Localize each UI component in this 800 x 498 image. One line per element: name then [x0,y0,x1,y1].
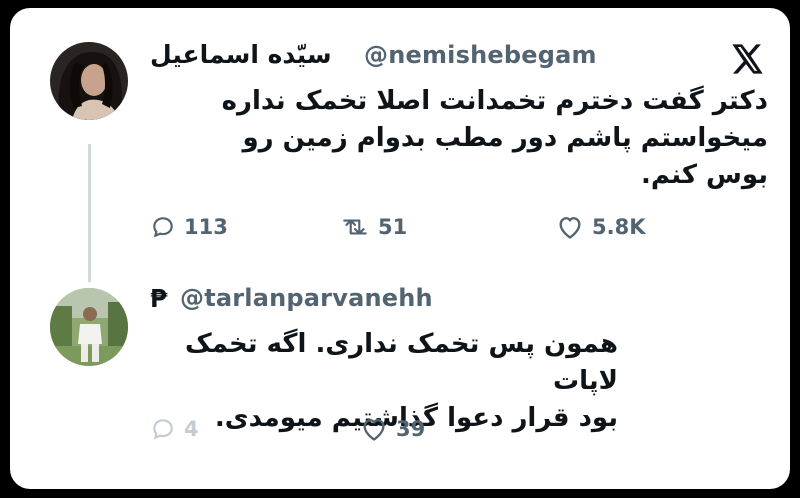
repost-icon [343,219,367,235]
reply-icon [153,419,173,440]
tweet-text: دکتر گفت دخترم تخمدانت اصلا تخمک نداره م… [150,83,768,194]
handle[interactable]: @tarlanparvanehh [180,284,433,312]
reply-icon [153,217,173,238]
tweet-line-2: میخواستم پاشم دور مطب بدوام زمین رو [242,123,768,153]
tweet-line-1: دکتر گفت دخترم تخمدانت اصلا تخمک نداره [221,86,768,116]
like-icon [363,419,385,441]
like-button[interactable]: 5.8K [556,214,645,240]
avatar-tarlanparvanehh[interactable] [50,288,128,366]
like-icon [559,217,581,239]
tweet-line-3: بوس کنم. [641,160,768,190]
handle[interactable]: @nemishebegam [364,41,597,69]
like-button[interactable]: 39 [360,416,425,442]
like-count: 5.8K [592,215,646,239]
display-name-glyph[interactable]: ₱ [150,284,167,313]
repost-count: 51 [378,215,408,239]
reply-button[interactable]: 4 [150,416,199,442]
avatar-nemishebegam[interactable] [50,42,128,120]
tweet-card: سیّده اسماعیل @nemishebegam دکتر گفت دخت… [10,8,790,489]
repost-button[interactable]: 51 [340,214,407,240]
reply-button[interactable]: 113 [150,214,228,240]
x-logo-icon [732,44,763,74]
reply-count: 113 [184,215,228,239]
display-name[interactable]: سیّده اسماعیل [150,40,332,69]
reply-count: 4 [184,417,199,441]
thread-connector [88,144,91,282]
like-count: 39 [396,417,426,441]
reply-line-1: همون پس تخمک نداری. اگه تخمک لاپات [185,329,618,396]
